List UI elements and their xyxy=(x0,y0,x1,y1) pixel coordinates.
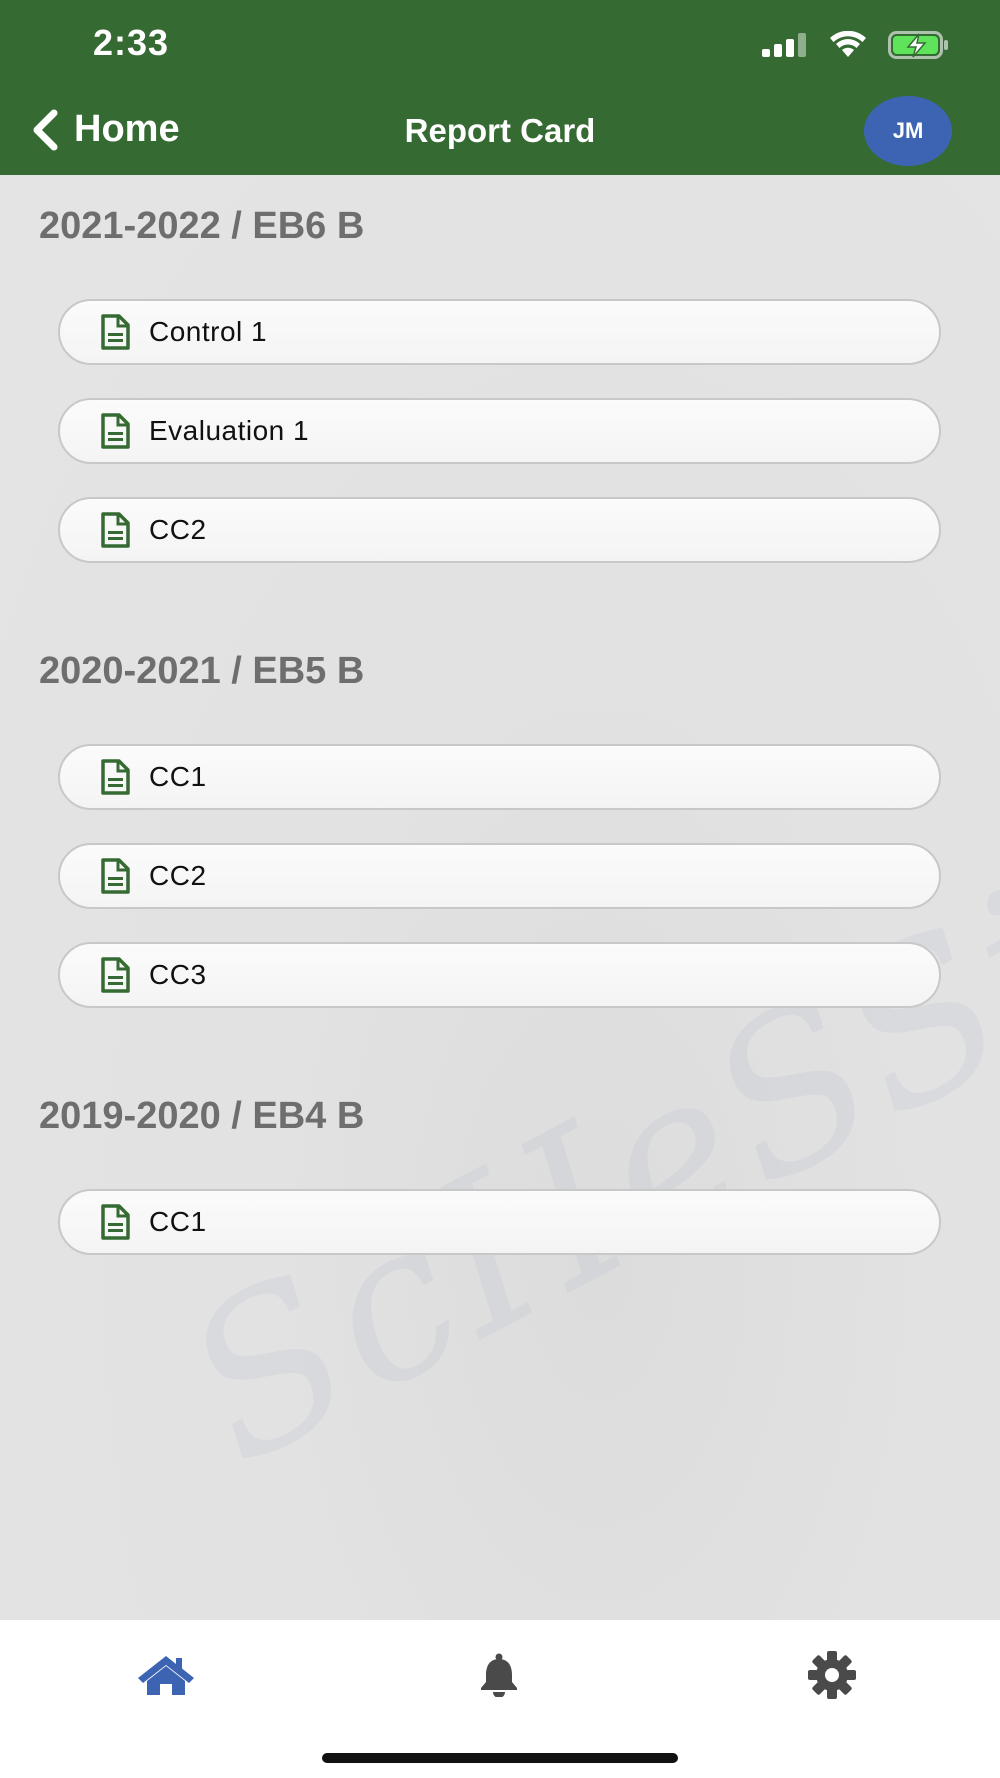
report-item[interactable]: CC1 xyxy=(58,744,941,810)
status-icons xyxy=(762,30,950,60)
report-item-label: CC1 xyxy=(149,761,207,792)
report-item-label: Evaluation 1 xyxy=(149,415,310,446)
wifi-icon xyxy=(830,31,866,57)
report-item[interactable]: Control 1 xyxy=(58,299,941,365)
report-item-label: CC1 xyxy=(149,1206,207,1237)
home-icon xyxy=(138,1656,194,1695)
document-icon xyxy=(99,413,131,449)
report-item-label: CC2 xyxy=(149,514,207,545)
tab-notifications[interactable] xyxy=(467,1647,531,1703)
report-item-label: CC2 xyxy=(149,860,207,891)
report-item[interactable]: CC1 xyxy=(58,1189,941,1255)
document-icon xyxy=(99,314,131,350)
section-title: 2021-2022 / EB6 B xyxy=(39,205,365,247)
bell-icon xyxy=(481,1653,517,1697)
report-item-label: Control 1 xyxy=(149,316,268,347)
page-title: Report Card xyxy=(404,112,596,149)
document-icon xyxy=(99,512,131,548)
avatar[interactable]: JM xyxy=(864,96,952,166)
report-item[interactable]: CC2 xyxy=(58,843,941,909)
document-icon xyxy=(99,858,131,894)
section-title: 2020-2021 / EB5 B xyxy=(39,650,365,692)
report-item[interactable]: Evaluation 1 xyxy=(58,398,941,464)
gear-icon xyxy=(808,1651,856,1699)
report-item[interactable]: CC2 xyxy=(58,497,941,563)
cellular-signal-icon xyxy=(762,33,806,57)
document-icon xyxy=(99,957,131,993)
status-time: 2:33 xyxy=(93,22,170,63)
report-list: ScHeSSi 2021-2022 / EB6 B Control 1 Eval… xyxy=(0,175,1000,1620)
report-item-label: CC3 xyxy=(149,959,207,990)
tab-home[interactable] xyxy=(134,1647,198,1703)
home-indicator xyxy=(322,1753,678,1763)
avatar-initials: JM xyxy=(892,118,924,143)
header: 2:33 Home Report Card JM xyxy=(0,0,1000,175)
report-item[interactable]: CC3 xyxy=(58,942,941,1008)
tab-settings[interactable] xyxy=(800,1647,864,1703)
section-title: 2019-2020 / EB4 B xyxy=(39,1095,365,1137)
battery-charging-icon xyxy=(888,31,948,59)
document-icon xyxy=(99,1204,131,1240)
document-icon xyxy=(99,759,131,795)
